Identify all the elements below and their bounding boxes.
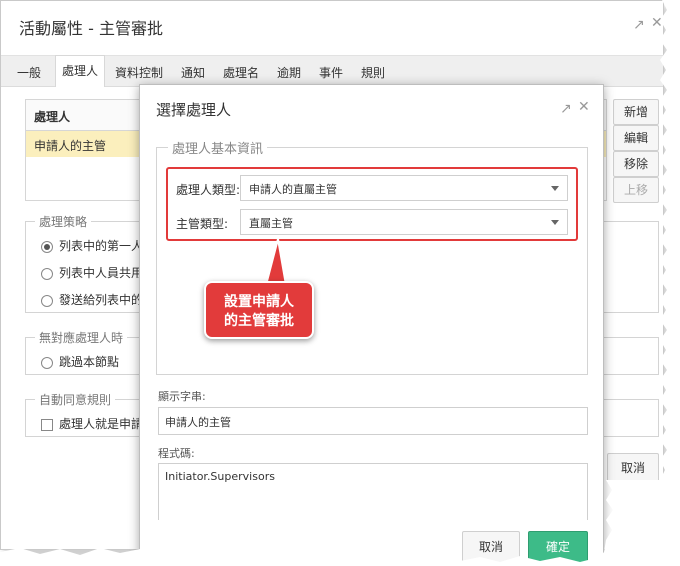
torn-edge-decoration [0,0,680,566]
